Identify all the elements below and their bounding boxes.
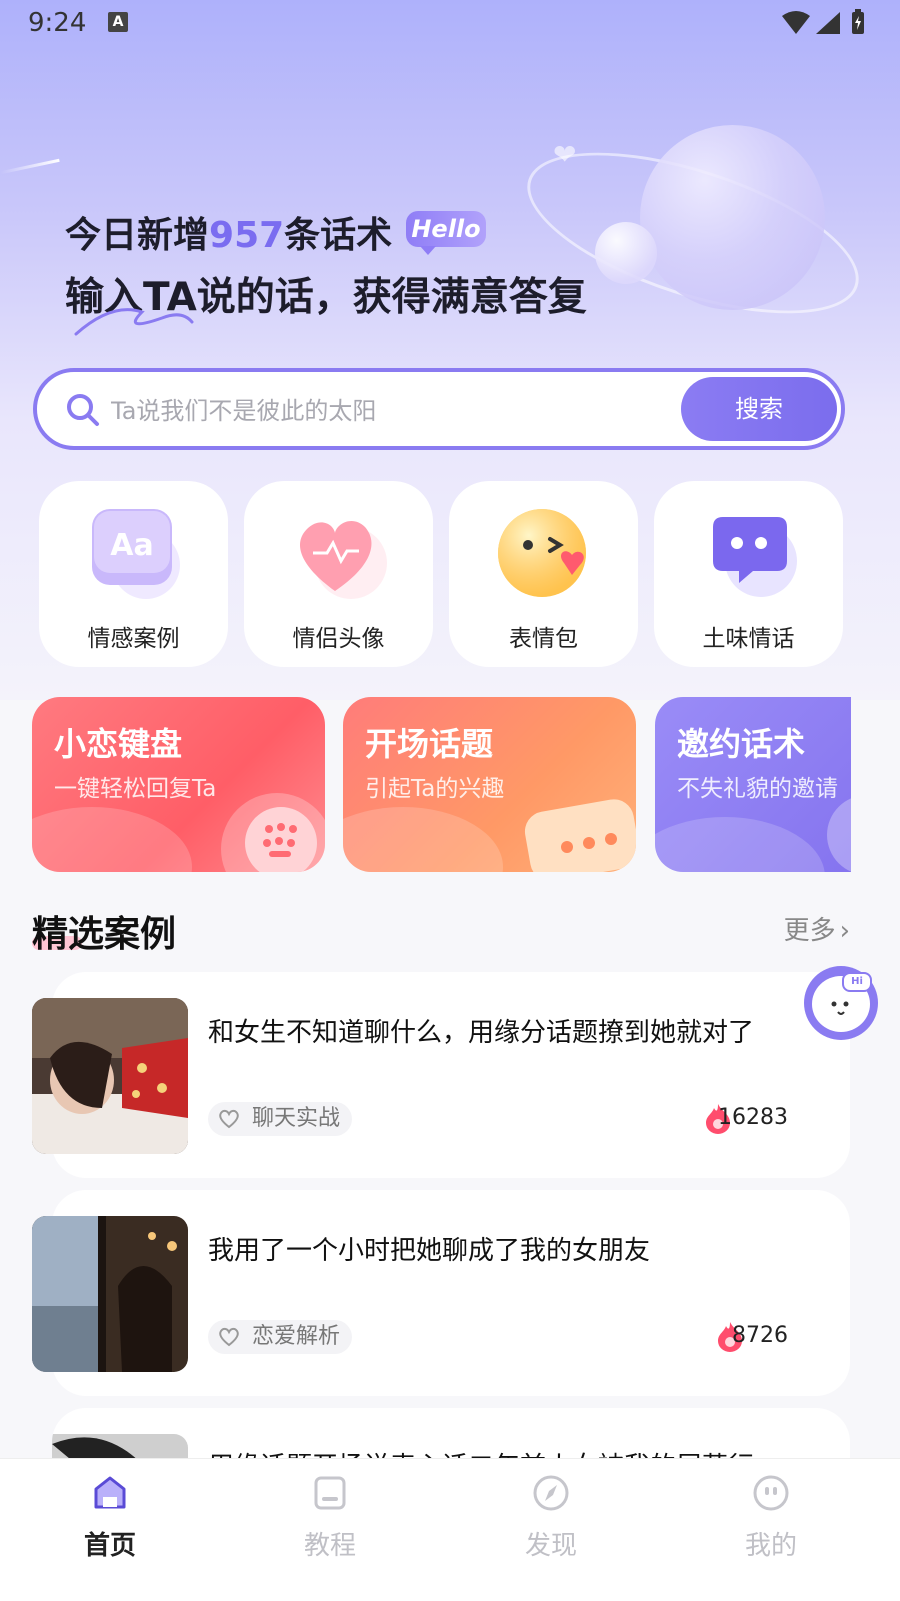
category-stickers[interactable]: 表情包	[449, 481, 638, 667]
case-title: 我用了一个小时把她聊成了我的女朋友	[208, 1236, 651, 1266]
chat-bubble-icon	[713, 517, 797, 597]
heart-decoration-icon: ❤	[553, 138, 577, 171]
wink-emoji-icon	[498, 509, 586, 597]
case-thumbnail	[32, 1216, 188, 1372]
banner-subtitle: 一键轻松回复Ta	[54, 776, 217, 802]
category-label: 情感案例	[87, 626, 180, 652]
case-hot-count: 8726	[732, 1323, 788, 1348]
banner-decoration	[827, 795, 851, 872]
hello-badge: Hello	[406, 211, 486, 255]
mascot-hi-badge: Hi	[842, 972, 872, 992]
case-tag: 恋爱解析	[208, 1320, 353, 1354]
daily-new-count-headline: 今日新增957条话术	[65, 215, 393, 256]
banner-love-keyboard[interactable]: 小恋键盘 一键轻松回复Ta	[32, 697, 325, 872]
compass-icon	[533, 1475, 569, 1511]
banner-decoration	[343, 807, 503, 872]
category-cheesy-lines[interactable]: 土味情话	[654, 481, 843, 667]
notification-a-icon: A	[108, 12, 128, 32]
chevron-right-icon: ›	[839, 916, 850, 946]
aa-keycap-icon: Aa	[92, 509, 180, 599]
banner-title: 开场话题	[365, 725, 494, 763]
search-bar[interactable]: 搜索	[33, 368, 845, 450]
bottom-tab-bar: 首页 教程 发现 我的	[0, 1458, 900, 1601]
case-title: 和女生不知道聊什么，用缘分话题撩到她就对了	[208, 1018, 755, 1048]
banner-decoration	[32, 807, 192, 872]
status-bar: 9:24 A	[0, 0, 900, 48]
assistant-mascot-button[interactable]: Hi	[804, 966, 878, 1040]
banner-opening-topics[interactable]: 开场话题 引起Ta的兴趣	[343, 697, 636, 872]
moon-decoration	[595, 222, 657, 284]
heart-outline-icon	[219, 1327, 239, 1347]
home-icon	[94, 1476, 126, 1509]
section-title: 精选案例	[32, 914, 177, 955]
heart-icon	[300, 520, 387, 599]
tab-mine[interactable]: 我的	[711, 1473, 831, 1562]
category-label: 土味情话	[702, 626, 795, 652]
profile-icon	[753, 1475, 789, 1511]
category-label: 表情包	[509, 626, 578, 652]
category-label: 情侣头像	[292, 626, 385, 652]
banner-subtitle: 不失礼貌的邀请	[677, 776, 838, 802]
banner-invitation-lines[interactable]: 邀约话术 不失礼貌的邀请	[655, 697, 851, 872]
category-emotion-cases[interactable]: Aa 情感案例	[39, 481, 228, 667]
banner-decoration	[655, 817, 825, 872]
tutorial-icon	[314, 1476, 346, 1510]
category-couple-avatar[interactable]: 情侣头像	[244, 481, 433, 667]
search-button[interactable]: 搜索	[681, 377, 837, 441]
case-card[interactable]: 和女生不知道聊什么，用缘分话题撩到她就对了 聊天实战 16283	[32, 972, 850, 1178]
signal-icon	[816, 12, 840, 34]
banner-title: 邀约话术	[677, 725, 806, 763]
banner-subtitle: 引起Ta的兴趣	[365, 776, 505, 802]
case-tag: 聊天实战	[208, 1102, 353, 1136]
daily-new-count-number: 957	[209, 215, 285, 256]
swoosh-decoration	[74, 308, 194, 336]
status-time: 9:24	[28, 8, 87, 38]
case-hot-count: 16283	[718, 1105, 788, 1130]
planet-decoration	[640, 125, 825, 310]
wifi-icon	[782, 11, 810, 34]
keyboard-icon	[221, 793, 325, 872]
svg-text:Aa: Aa	[110, 528, 153, 563]
more-link[interactable]: 更多 ›	[784, 910, 850, 947]
search-icon	[67, 394, 99, 426]
heart-outline-icon	[219, 1109, 239, 1129]
status-icons	[780, 8, 870, 42]
banner-title: 小恋键盘	[54, 725, 183, 763]
battery-icon	[852, 9, 864, 34]
message-dots-icon	[524, 799, 636, 872]
tab-discover[interactable]: 发现	[491, 1473, 611, 1562]
case-card[interactable]: 我用了一个小时把她聊成了我的女朋友 恋爱解析 8726	[32, 1190, 850, 1396]
search-input[interactable]	[109, 390, 673, 432]
case-thumbnail	[32, 998, 188, 1154]
tab-tutorial[interactable]: 教程	[270, 1473, 390, 1562]
tab-home[interactable]: 首页	[50, 1473, 170, 1562]
